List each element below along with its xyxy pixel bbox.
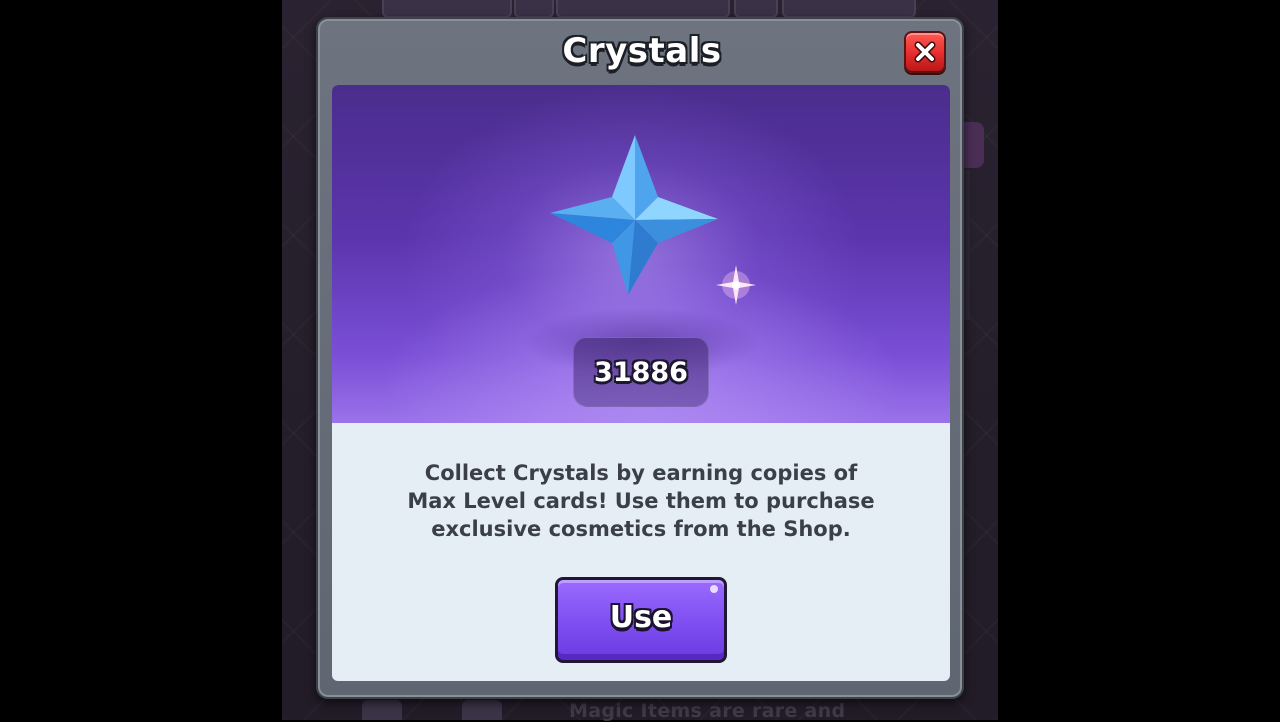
background-side-tab <box>962 122 984 168</box>
dialog-content-panel: 31886 Collect Crystals by earning copies… <box>332 85 950 681</box>
background-card <box>382 0 512 18</box>
crystal-hero-area: 31886 <box>332 85 950 423</box>
game-screen: Magic Items are rare and Crystals 31886 … <box>0 0 1280 722</box>
background-card <box>556 0 730 18</box>
background-item-thumb <box>362 700 402 720</box>
crystals-description: Collect Crystals by earning copies of Ma… <box>362 459 920 543</box>
background-card <box>734 0 778 18</box>
dialog-title: Crystals <box>562 31 722 71</box>
background-card <box>782 0 916 18</box>
crystals-dialog: Crystals 31886 Collect Crystals by earni… <box>316 17 964 699</box>
use-button-label: Use <box>609 600 673 635</box>
close-button[interactable] <box>904 31 946 73</box>
background-item-thumb <box>462 700 502 720</box>
crystal-icon <box>550 135 718 295</box>
close-icon <box>914 41 936 63</box>
use-button[interactable]: Use <box>555 577 727 663</box>
description-line: Collect Crystals by earning copies of <box>424 461 858 485</box>
description-line: exclusive cosmetics from the Shop. <box>431 517 851 541</box>
background-info-text: Magic Items are rare and <box>569 700 846 722</box>
sparkle-icon <box>716 265 756 305</box>
description-line: Max Level cards! Use them to purchase <box>407 489 875 513</box>
crystal-count-badge: 31886 <box>573 337 709 407</box>
background-card <box>514 0 554 18</box>
